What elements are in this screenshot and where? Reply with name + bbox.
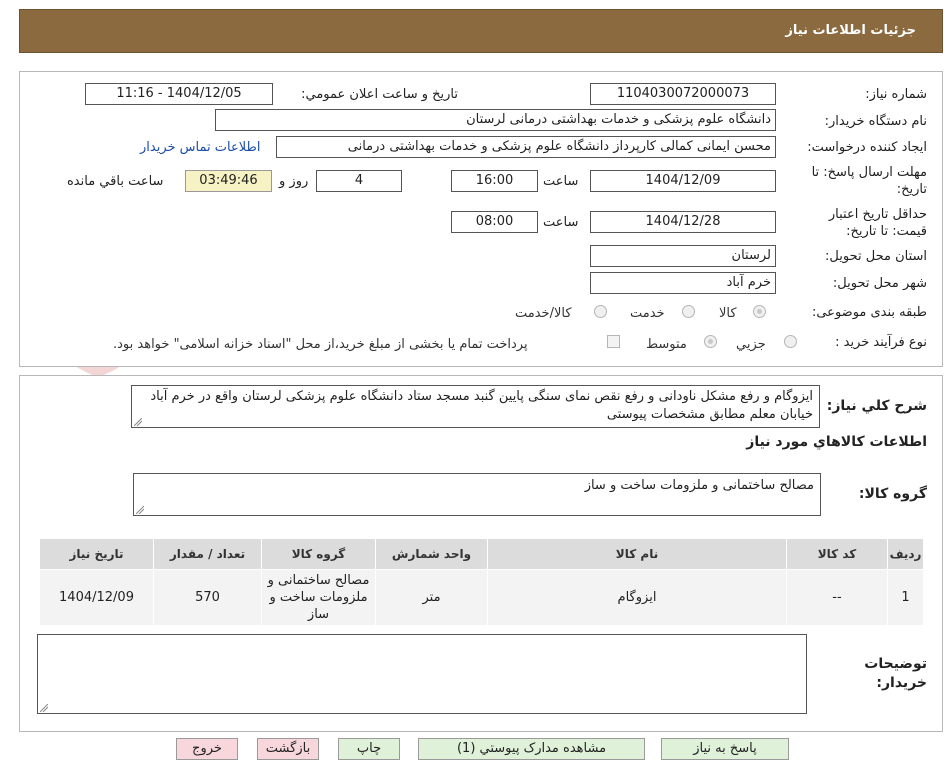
validity-label-date: قیمت: تا تاریخ: xyxy=(846,224,927,239)
need-number-label: شماره نیاز: xyxy=(865,87,927,102)
days-label: روز و xyxy=(279,174,309,189)
buyer-org-field: دانشگاه علوم پزشکی و خدمات بهداشتی درمان… xyxy=(215,109,776,131)
table-row: 1 -- ایزوگام متر مصالح ساختمانی و ملزوما… xyxy=(39,569,924,626)
column-header-row-number: ردیف xyxy=(887,538,924,570)
requester-label: ایجاد کننده درخواست: xyxy=(807,140,927,155)
deadline-label-date: تاریخ: xyxy=(896,182,927,197)
buyer-notes-textarea[interactable] xyxy=(37,634,807,714)
deadline-time-label: ساعت xyxy=(543,174,579,189)
category-service-radio[interactable] xyxy=(682,305,695,318)
goods-group-value: مصالح ساختمانی و ملزومات ساخت و ساز xyxy=(584,478,814,493)
page-header: جزئیات اطلاعات نیاز xyxy=(19,9,943,53)
cell-item-code: -- xyxy=(786,569,888,626)
reply-to-need-button[interactable]: پاسخ به نیاز xyxy=(661,738,789,760)
goods-section-title: اطلاعات کالاهاي مورد نياز xyxy=(746,434,927,450)
validity-time-field: 08:00 xyxy=(451,211,538,233)
deadline-date-field: 1404/12/09 xyxy=(590,170,776,192)
city-label: شهر محل تحویل: xyxy=(832,276,927,291)
exit-button[interactable]: خروج xyxy=(176,738,238,760)
column-header-item-group: گروه کالا xyxy=(261,538,376,570)
category-service-label: خدمت xyxy=(630,306,665,321)
remaining-time-field: 03:49:46 xyxy=(185,170,272,192)
category-goods-label: کالا xyxy=(719,306,737,321)
goods-table: ردیف کد کالا نام کالا واحد شمارش گروه کا… xyxy=(39,538,924,626)
description-text: ایزوگام و رفع مشکل ناودانی و رفع نقص نما… xyxy=(150,389,813,422)
remaining-days-field: 4 xyxy=(316,170,402,192)
cell-item-group: مصالح ساختمانی و ملزومات ساخت و ساز xyxy=(261,569,376,626)
resize-grip-icon[interactable] xyxy=(136,506,144,514)
cell-unit: متر xyxy=(375,569,488,626)
category-goods-radio[interactable] xyxy=(753,305,766,318)
back-button[interactable]: بازگشت xyxy=(257,738,319,760)
column-header-need-date: تاریخ نیاز xyxy=(39,538,154,570)
requester-field: محسن ایمانی کمالی کارپرداز دانشگاه علوم … xyxy=(276,136,776,158)
buyer-notes-label: توضیحات xyxy=(864,656,927,672)
cell-item-name: ایزوگام xyxy=(487,569,787,626)
buyer-contact-link[interactable]: اطلاعات تماس خریدار xyxy=(140,140,260,155)
column-header-quantity: تعداد / مقدار xyxy=(153,538,262,570)
category-goods-service-radio[interactable] xyxy=(594,305,607,318)
resize-grip-icon[interactable] xyxy=(40,704,48,712)
cell-row-number: 1 xyxy=(887,569,924,626)
column-header-item-name: نام کالا xyxy=(487,538,787,570)
column-header-item-code: کد کالا xyxy=(786,538,888,570)
process-medium-label: متوسط xyxy=(646,337,687,352)
category-goods-service-label: کالا/خدمت xyxy=(515,306,572,321)
column-header-unit: واحد شمارش xyxy=(375,538,488,570)
process-type-label: نوع فرآیند خرید : xyxy=(835,335,927,350)
deadline-label: مهلت ارسال پاسخ: تا xyxy=(811,165,927,180)
cell-need-date: 1404/12/09 xyxy=(39,569,154,626)
treasury-payment-checkbox[interactable] xyxy=(607,335,620,348)
view-attachments-button[interactable]: مشاهده مدارک پیوستي (1) xyxy=(418,738,645,760)
remaining-time-label: ساعت باقي مانده xyxy=(67,174,164,189)
cell-quantity: 570 xyxy=(153,569,262,626)
process-minor-radio[interactable] xyxy=(784,335,797,348)
goods-group-textarea[interactable]: مصالح ساختمانی و ملزومات ساخت و ساز xyxy=(133,473,821,516)
print-button[interactable]: چاپ xyxy=(338,738,400,760)
announce-datetime-field: 1404/12/05 - 11:16 xyxy=(85,83,273,105)
buyer-org-label: نام دستگاه خریدار: xyxy=(824,114,927,129)
validity-label: حداقل تاریخ اعتبار xyxy=(828,207,927,222)
page-title: جزئیات اطلاعات نیاز xyxy=(785,23,916,38)
validity-time-label: ساعت xyxy=(543,215,579,230)
validity-date-field: 1404/12/28 xyxy=(590,211,776,233)
process-minor-label: جزيي xyxy=(736,337,766,352)
announce-datetime-label: تاریخ و ساعت اعلان عمومي: xyxy=(301,87,458,102)
treasury-payment-note: پرداخت تمام یا بخشی از مبلغ خرید،از محل … xyxy=(113,337,528,352)
buyer-notes-label-2: خریدار: xyxy=(876,675,927,691)
category-label: طبقه بندی موضوعی: xyxy=(811,305,927,320)
deadline-time-field: 16:00 xyxy=(451,170,538,192)
description-label: شرح کلي نياز: xyxy=(826,398,927,414)
province-field: لرستان xyxy=(590,245,776,267)
province-label: استان محل تحویل: xyxy=(825,249,927,264)
city-field: خرم آباد xyxy=(590,272,776,294)
goods-group-label: گروه کالا: xyxy=(858,486,927,502)
process-medium-radio[interactable] xyxy=(704,335,717,348)
resize-grip-icon[interactable] xyxy=(134,418,142,426)
description-textarea[interactable]: ایزوگام و رفع مشکل ناودانی و رفع نقص نما… xyxy=(131,385,820,428)
need-number-field: 1104030072000073 xyxy=(590,83,776,105)
